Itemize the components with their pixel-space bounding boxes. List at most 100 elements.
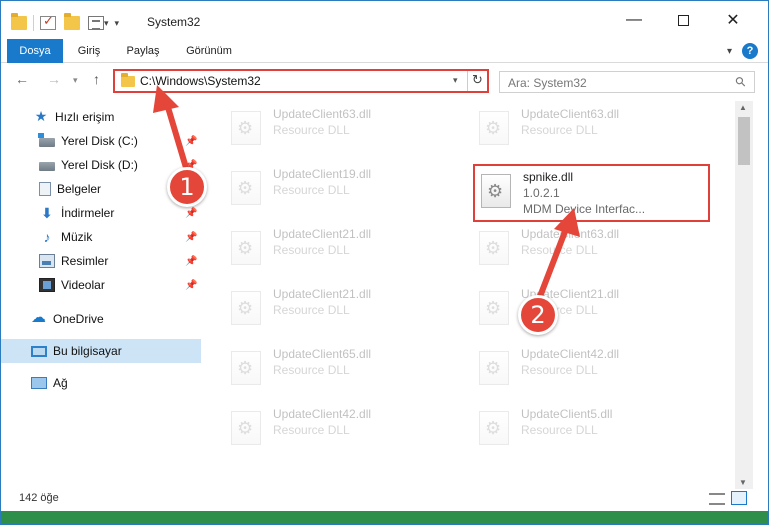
- address-bar[interactable]: C:\Windows\System32 ▾ ↻: [113, 69, 489, 93]
- dll-file-icon: [479, 351, 509, 385]
- file-name: UpdateClient5.dll: [521, 407, 613, 421]
- pin-icon[interactable]: 📌: [185, 280, 197, 291]
- dll-file-icon: [479, 291, 509, 325]
- list-item[interactable]: UpdateClient42.dll Resource DLL: [477, 347, 687, 389]
- sidebar-item-quick-access[interactable]: ★ Hızlı erişim: [1, 105, 201, 129]
- file-description: Resource DLL: [521, 363, 598, 377]
- list-item[interactable]: UpdateClient63.dll Resource DLL: [477, 227, 687, 269]
- highlighted-file-spnike[interactable]: spnike.dll 1.0.2.1 MDM Device Interfac..…: [473, 164, 710, 222]
- folder-icon: [121, 73, 135, 87]
- drive-icon: [39, 161, 55, 171]
- network-icon: [31, 377, 47, 389]
- dll-file-icon: [231, 291, 261, 325]
- properties-icon[interactable]: [88, 16, 104, 30]
- back-arrow-icon[interactable]: ←: [15, 71, 29, 87]
- help-icon[interactable]: ?: [742, 43, 758, 59]
- dll-file-icon: [231, 351, 261, 385]
- list-item[interactable]: UpdateClient19.dll Resource DLL: [229, 167, 439, 209]
- list-item[interactable]: UpdateClient21.dll Resource DLL: [229, 227, 439, 269]
- dll-file-icon: [479, 411, 509, 445]
- sidebar-item-label: Videolar: [61, 278, 105, 292]
- minimize-button[interactable]: —: [611, 1, 657, 39]
- file-description: Resource DLL: [521, 423, 598, 437]
- sidebar-item-onedrive[interactable]: ☁ OneDrive: [1, 307, 201, 331]
- tab-file[interactable]: Dosya: [7, 39, 63, 63]
- pictures-icon: [39, 254, 55, 268]
- expand-ribbon-icon[interactable]: ▾: [727, 46, 732, 57]
- sidebar-item-local-disk-c[interactable]: Yerel Disk (C:) 📌: [1, 129, 201, 153]
- file-name: UpdateClient19.dll: [273, 167, 372, 181]
- refresh-icon[interactable]: ↻: [472, 72, 483, 88]
- pin-icon[interactable]: 📌: [185, 232, 197, 243]
- sidebar-item-label: İndirmeler: [61, 206, 115, 220]
- pin-icon[interactable]: 📌: [185, 136, 197, 147]
- tab-view[interactable]: Görünüm: [176, 39, 242, 63]
- step-badge-2: 2: [518, 295, 558, 335]
- search-icon[interactable]: ⚲: [732, 73, 750, 91]
- navigation-bar: ← → ▾ ↑ C:\Windows\System32 ▾ ↻ Ara: Sys…: [1, 63, 768, 99]
- new-folder-icon[interactable]: [64, 13, 80, 30]
- file-list: UpdateClient63.dll Resource DLL UpdateCl…: [205, 101, 735, 479]
- documents-icon: [39, 182, 51, 196]
- address-path[interactable]: C:\Windows\System32: [140, 74, 261, 88]
- tab-home[interactable]: Giriş: [67, 39, 111, 63]
- this-pc-icon: [31, 345, 47, 357]
- folder-icon[interactable]: [11, 13, 27, 30]
- list-item[interactable]: UpdateClient5.dll Resource DLL: [477, 407, 687, 449]
- maximize-button[interactable]: [660, 1, 706, 39]
- navigation-pane: ★ Hızlı erişim Yerel Disk (C:) 📌 Yerel D…: [1, 101, 201, 481]
- status-bar: 142 öğe: [1, 487, 768, 511]
- search-placeholder: Ara: System32: [508, 76, 587, 90]
- sidebar-item-label: Yerel Disk (C:): [61, 134, 138, 148]
- sidebar-item-downloads[interactable]: ⬇ İndirmeler 📌: [1, 201, 201, 225]
- dll-file-icon: [231, 411, 261, 445]
- large-icons-view-icon[interactable]: [731, 491, 747, 505]
- pin-icon[interactable]: 📌: [185, 208, 197, 219]
- up-arrow-icon[interactable]: ↑: [93, 71, 100, 87]
- dll-file-icon: [481, 174, 511, 208]
- sidebar-item-network[interactable]: Ağ: [1, 371, 201, 395]
- address-divider: [467, 71, 468, 91]
- list-item[interactable]: UpdateClient63.dll Resource DLL: [229, 107, 439, 149]
- recent-locations-icon[interactable]: ▾: [73, 75, 78, 86]
- scroll-down-icon[interactable]: ▼: [739, 478, 747, 487]
- list-item[interactable]: UpdateClient21.dll Resource DLL: [229, 287, 439, 329]
- close-button[interactable]: ✕: [710, 1, 756, 39]
- file-description: Resource DLL: [273, 363, 350, 377]
- list-item[interactable]: UpdateClient21.dll Resource DLL: [477, 287, 687, 329]
- sidebar-item-label: Hızlı erişim: [55, 110, 115, 124]
- details-view-icon[interactable]: [709, 493, 725, 505]
- chevron-down-icon[interactable]: ▾: [104, 18, 109, 29]
- dll-file-icon: [231, 231, 261, 265]
- onedrive-icon: ☁: [31, 309, 46, 326]
- star-icon: ★: [34, 108, 48, 124]
- list-item[interactable]: spnike.dll 1.0.2.1 MDM Device Interfac..…: [479, 170, 689, 216]
- maximize-icon: [677, 14, 689, 26]
- sidebar-item-videos[interactable]: Videolar 📌: [1, 273, 201, 297]
- tab-share[interactable]: Paylaş: [118, 39, 168, 63]
- customize-icon[interactable]: ▾: [115, 18, 120, 29]
- scroll-up-icon[interactable]: ▲: [739, 103, 747, 112]
- file-name: UpdateClient42.dll: [521, 347, 620, 361]
- file-description: MDM Device Interfac...: [523, 202, 646, 216]
- search-input[interactable]: Ara: System32 ⚲: [499, 71, 755, 93]
- ribbon-tabs: Dosya Giriş Paylaş Görünüm ▾ ?: [1, 39, 768, 63]
- sidebar-item-this-pc[interactable]: Bu bilgisayar: [1, 339, 201, 363]
- list-item[interactable]: UpdateClient42.dll Resource DLL: [229, 407, 439, 449]
- file-name: UpdateClient21.dll: [273, 287, 372, 301]
- properties-check-icon[interactable]: [40, 13, 56, 30]
- list-item[interactable]: UpdateClient65.dll Resource DLL: [229, 347, 439, 389]
- pin-icon[interactable]: 📌: [185, 256, 197, 267]
- chevron-down-icon[interactable]: ▾: [453, 75, 458, 86]
- list-item[interactable]: UpdateClient63.dll Resource DLL: [477, 107, 687, 149]
- sidebar-item-label: OneDrive: [53, 312, 104, 326]
- sidebar-item-music[interactable]: ♪ Müzik 📌: [1, 225, 201, 249]
- sidebar-item-pictures[interactable]: Resimler 📌: [1, 249, 201, 273]
- sidebar-item-label: Resimler: [61, 254, 109, 268]
- file-name: UpdateClient63.dll: [521, 107, 620, 121]
- vertical-scrollbar[interactable]: ▲ ▼: [735, 101, 753, 489]
- file-name: UpdateClient21.dll: [273, 227, 372, 241]
- sidebar-item-label: Belgeler: [57, 182, 102, 196]
- forward-arrow-icon[interactable]: →: [47, 71, 61, 87]
- scroll-thumb[interactable]: [738, 117, 750, 165]
